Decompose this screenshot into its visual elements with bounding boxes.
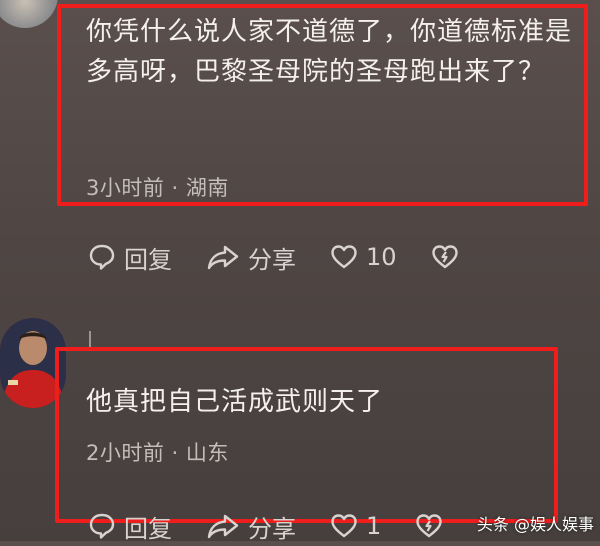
reply-button[interactable]: 回复	[88, 509, 172, 544]
reply-label: 回复	[124, 245, 172, 274]
like-count: 10	[366, 243, 397, 271]
broken-heart-icon	[431, 245, 458, 269]
thread-line	[89, 331, 91, 347]
comment-meta: 3小时前 · 湖南	[86, 176, 229, 200]
heart-icon	[331, 514, 357, 538]
comment-text: 你凭什么说人家不道德了，你道德标准是多高呀，巴黎圣母院的圣母跑出来了？	[86, 17, 573, 87]
broken-heart-icon	[416, 514, 442, 538]
reply-label: 回复	[124, 514, 172, 543]
comment-text: 他真把自己活成武则天了	[86, 387, 384, 417]
avatar[interactable]	[0, 0, 58, 28]
comment-bubble-icon	[89, 513, 115, 539]
share-button[interactable]: 分享	[206, 509, 296, 544]
comment-actions: 回复 分享 1	[88, 506, 485, 546]
watermark: 头条 @娱人娱事	[476, 515, 594, 534]
dislike-button[interactable]	[415, 513, 451, 539]
comment-bubble-icon	[89, 244, 115, 270]
like-button[interactable]: 1	[330, 512, 381, 540]
like-count: 1	[366, 512, 382, 540]
highlight-box	[55, 347, 558, 523]
share-button[interactable]: 分享	[206, 240, 296, 275]
share-label: 分享	[248, 514, 296, 543]
share-arrow-icon	[207, 245, 239, 270]
share-label: 分享	[248, 245, 296, 274]
comment-actions: 回复 分享 10	[88, 237, 501, 277]
comment-meta: 2小时前 · 山东	[86, 441, 229, 465]
dislike-button[interactable]	[431, 244, 467, 270]
reply-button[interactable]: 回复	[88, 240, 172, 275]
heart-icon	[331, 245, 357, 269]
share-arrow-icon	[207, 514, 239, 539]
like-button[interactable]: 10	[330, 243, 397, 271]
